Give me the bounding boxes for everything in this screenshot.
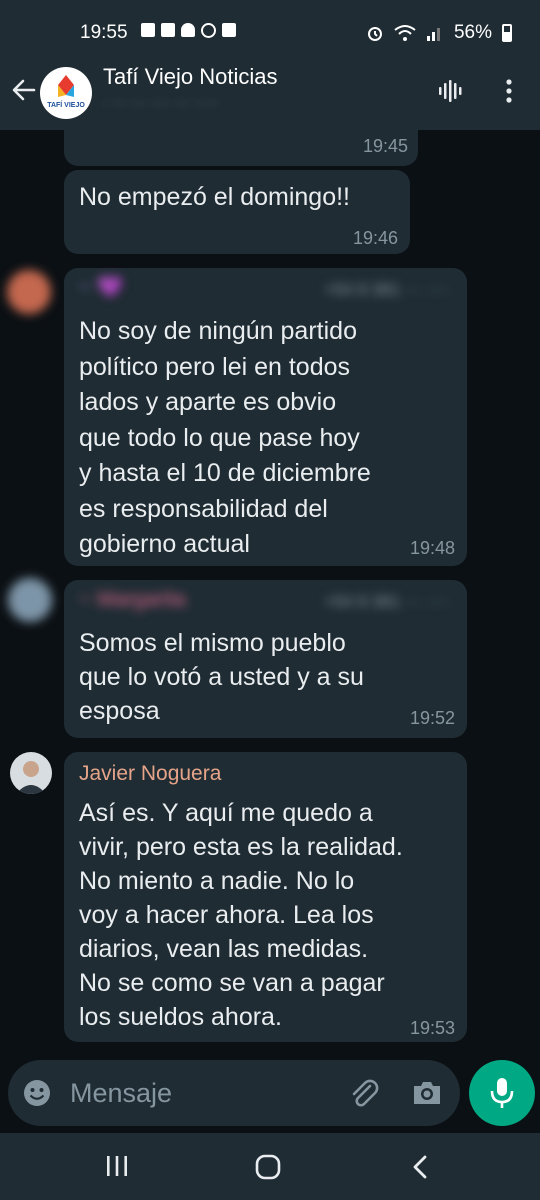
mic-button[interactable] — [469, 1060, 535, 1126]
message-time: 19:52 — [409, 708, 455, 728]
notification-icons — [141, 23, 236, 38]
sender-name: ~ Margarita — [79, 588, 186, 611]
sender-phone: +54 9 381 ··· ···· — [323, 592, 449, 611]
sender-avatar[interactable] — [7, 270, 51, 314]
emoji-icon[interactable] — [22, 1078, 52, 1108]
message-time: 19:53 — [409, 1018, 455, 1038]
chat-subtitle: · ··· ··· ···· ··· ····· — [103, 94, 219, 111]
message-time: 19:48 — [409, 538, 455, 558]
status-bar: 19:55 56% — [0, 0, 540, 62]
battery-icon — [502, 24, 512, 42]
message-list[interactable]: 19:45 No empezó el domingo!! 19:46 ~ 💜 +… — [0, 130, 540, 1058]
home-icon[interactable] — [254, 1153, 282, 1181]
image-icon — [222, 23, 236, 37]
sender-name: ~ 💜 — [79, 276, 124, 299]
bell-icon — [181, 23, 195, 37]
tafi-viejo-logo-icon: TAFÍ VIEJO — [47, 75, 85, 109]
composer-bar: Mensaje — [0, 1058, 540, 1133]
message-placeholder: Mensaje — [70, 1078, 173, 1108]
status-time: 19:55 — [80, 22, 128, 43]
camera-icon[interactable] — [411, 1078, 443, 1108]
voice-chat-icon[interactable] — [435, 76, 465, 106]
message-bubble[interactable]: ~ 💜 +54 9 381 ··· ···· No soy de ningún … — [64, 268, 467, 566]
alarm-icon — [367, 27, 382, 41]
wifi-icon — [394, 25, 416, 41]
signal-icon — [426, 28, 440, 41]
chat-header: TAFÍ VIEJO Tafí Viejo Noticias · ··· ···… — [0, 62, 540, 130]
message-bubble[interactable]: Javier Noguera Así es. Y aquí me quedo a… — [64, 752, 467, 1042]
circle-app-icon — [201, 23, 216, 38]
sender-avatar[interactable] — [10, 752, 52, 794]
group-avatar[interactable]: TAFÍ VIEJO — [40, 67, 92, 119]
battery-percent: 56% — [453, 22, 492, 43]
message-bubble[interactable]: 19:45 — [64, 130, 418, 166]
facebook-icon — [141, 23, 155, 37]
message-input[interactable]: Mensaje — [8, 1060, 460, 1126]
chat-title[interactable]: Tafí Viejo Noticias — [103, 64, 277, 90]
back-arrow-icon[interactable] — [10, 76, 38, 104]
sender-name: Javier Noguera — [79, 762, 222, 785]
message-bubble[interactable]: No empezó el domingo!! 19:46 — [64, 170, 410, 254]
message-bubble[interactable]: ~ Margarita +54 9 381 ··· ···· Somos el … — [64, 580, 467, 738]
recents-icon[interactable] — [104, 1153, 130, 1179]
message-time: 19:46 — [352, 228, 398, 248]
message-text: No empezó el domingo!! — [79, 183, 350, 211]
message-text: Somos el mismo pueblo que lo votó a uste… — [79, 629, 364, 725]
person-photo-icon — [16, 761, 46, 794]
back-nav-icon[interactable] — [408, 1153, 432, 1181]
system-nav-bar — [0, 1133, 540, 1200]
system-icons: 56% — [366, 22, 512, 44]
message-text: No soy de ningún partido político pero l… — [79, 317, 371, 558]
sender-phone: +54 9 381 ··· ···· — [323, 280, 449, 299]
logo-text: TAFÍ VIEJO — [47, 100, 85, 109]
message-text: Así es. Y aquí me quedo a vivir, pero es… — [79, 799, 403, 1031]
attach-icon[interactable] — [348, 1078, 380, 1110]
sender-avatar[interactable] — [8, 578, 52, 622]
message-time: 19:45 — [362, 136, 408, 156]
facebook-icon — [161, 23, 175, 37]
more-options-icon[interactable] — [494, 76, 524, 106]
mic-icon — [490, 1078, 514, 1108]
